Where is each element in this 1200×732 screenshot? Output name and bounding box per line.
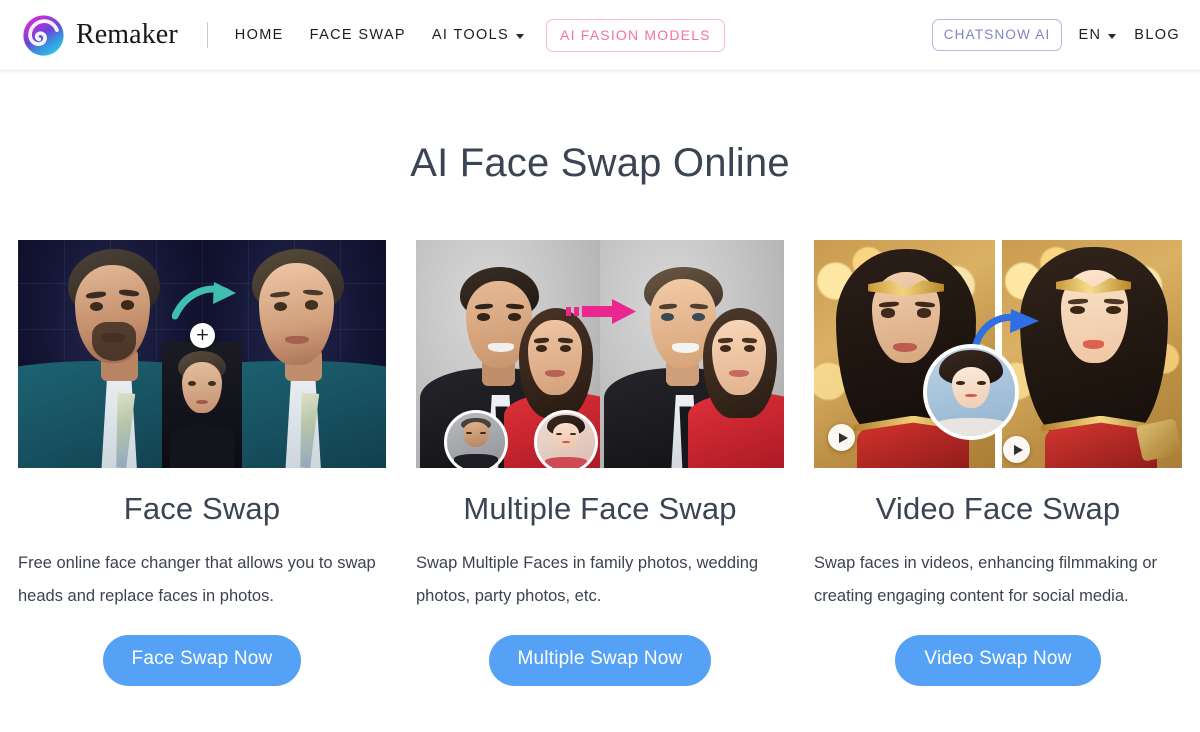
chevron-down-icon xyxy=(516,33,525,39)
nav-item-ai-tools-label: AI TOOLS xyxy=(431,27,510,43)
nav-item-ai-fasion-models[interactable]: AI FASION MODELS xyxy=(546,18,725,52)
feature-card-list: + Face Swap Free online face changer tha… xyxy=(0,240,1200,687)
source-face-thumbnail-2[interactable] xyxy=(534,410,598,468)
brand-logo[interactable]: Remaker xyxy=(22,14,178,57)
feature-card-multiple-face-swap: Multiple Face Swap Swap Multiple Faces i… xyxy=(416,240,784,687)
remaker-spiral-logo-icon xyxy=(23,14,64,56)
language-selector[interactable]: EN xyxy=(1078,21,1117,49)
brand-name: Remaker xyxy=(76,19,178,50)
face-swap-now-button[interactable]: Face Swap Now xyxy=(102,635,302,687)
play-circle-icon-right[interactable] xyxy=(1003,436,1030,463)
multiple-face-swap-demo-image xyxy=(416,240,784,468)
site-header: Remaker HOME FACE SWAP AI TOOLS AI FASIO… xyxy=(0,0,1200,71)
multiple-swap-now-button[interactable]: Multiple Swap Now xyxy=(488,635,712,687)
video-swap-now-button[interactable]: Video Swap Now xyxy=(895,635,1101,687)
card-title: Video Face Swap xyxy=(875,491,1121,526)
nav-item-home[interactable]: HOME xyxy=(235,21,284,49)
page-title: AI Face Swap Online xyxy=(410,141,790,185)
nav-item-blog[interactable]: BLOG xyxy=(1134,21,1180,49)
secondary-nav: CHATSNOW AI EN BLOG xyxy=(931,19,1180,51)
feature-card-face-swap: + Face Swap Free online face changer tha… xyxy=(18,240,386,687)
source-face-thumbnail[interactable] xyxy=(923,344,1019,440)
demo-pane-after xyxy=(600,240,784,468)
feature-card-video-face-swap: Video Face Swap Swap faces in videos, en… xyxy=(814,240,1182,687)
card-title: Face Swap xyxy=(123,491,281,526)
language-selector-label: EN xyxy=(1078,27,1102,43)
nav-item-ai-tools[interactable]: AI TOOLS xyxy=(431,21,525,49)
chevron-down-icon xyxy=(1108,33,1117,39)
video-face-swap-demo-image xyxy=(814,240,1182,468)
card-title: Multiple Face Swap xyxy=(463,491,737,526)
primary-nav: HOME FACE SWAP AI TOOLS AI FASION MODELS xyxy=(235,18,725,52)
card-description: Swap faces in videos, enhancing filmmaki… xyxy=(814,554,1158,606)
main-content: AI Face Swap Online + Face Swap Free onl… xyxy=(0,71,1200,687)
nav-divider xyxy=(206,22,208,48)
plus-circle-icon: + xyxy=(190,323,215,348)
card-description: Swap Multiple Faces in family photos, we… xyxy=(416,554,759,606)
portrait-hero-after xyxy=(1002,240,1183,468)
play-circle-icon-left[interactable] xyxy=(828,424,855,451)
face-swap-demo-image: + xyxy=(18,240,386,468)
nav-item-face-swap[interactable]: FACE SWAP xyxy=(310,21,406,49)
card-description: Free online face changer that allows you… xyxy=(18,554,376,606)
demo-pane-after xyxy=(1001,240,1183,468)
source-face-thumbnail[interactable] xyxy=(162,342,242,468)
portrait-woman-after xyxy=(600,240,784,468)
nav-item-chatsnow-ai[interactable]: CHATSNOW AI xyxy=(931,19,1063,51)
source-face-thumbnail-1[interactable] xyxy=(444,410,508,468)
